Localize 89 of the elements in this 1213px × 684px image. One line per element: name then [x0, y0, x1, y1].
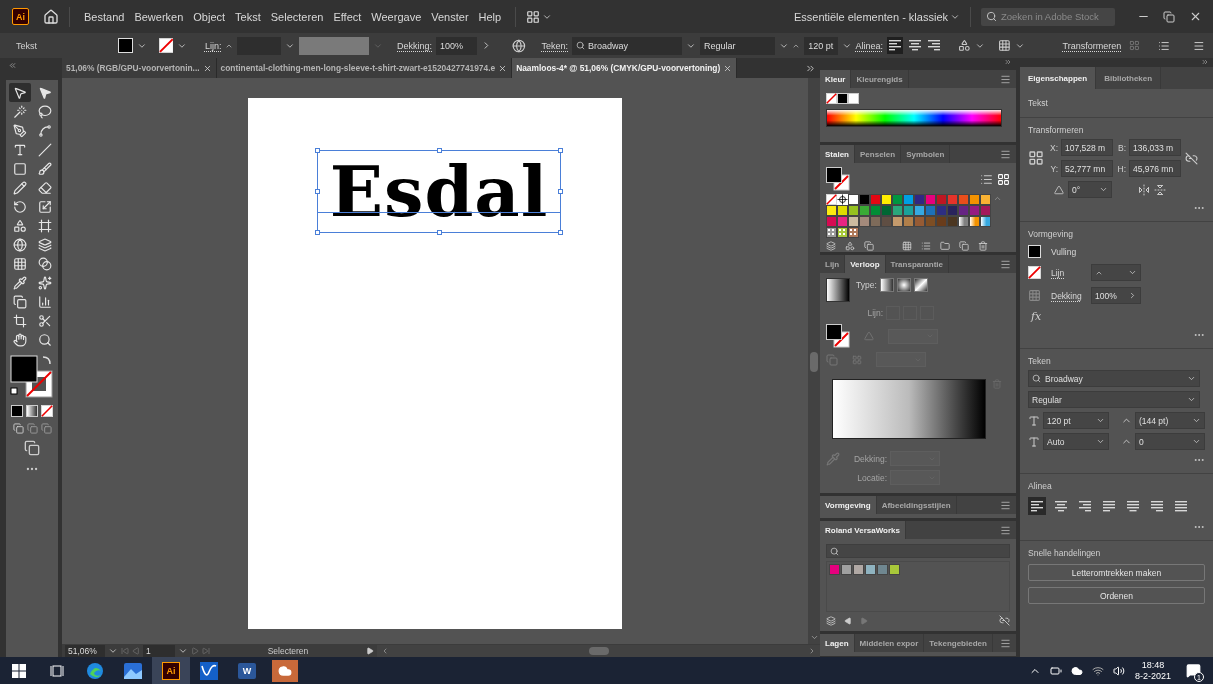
transform-link[interactable]: Transformeren [1062, 40, 1122, 51]
type-label: Type: [856, 280, 877, 290]
x-label: X: [1048, 142, 1058, 153]
panel-tab[interactable]: Eigenschappen [1020, 67, 1097, 89]
tracking-field[interactable]: 0 [1135, 433, 1205, 450]
menu-item[interactable]: Bestand [80, 10, 129, 23]
menu-item[interactable]: Object [189, 10, 230, 23]
menu-item[interactable]: Tekst [231, 10, 265, 23]
menu-item[interactable]: Help [474, 10, 506, 23]
character-link[interactable]: Teken: [541, 40, 569, 51]
panel-tab[interactable]: Middelen expor [854, 634, 925, 652]
stroke-link[interactable]: Lijn: [204, 40, 222, 51]
stroke-label: Lijn: [866, 308, 883, 318]
panel-tab[interactable]: Penselen [855, 145, 902, 163]
leading-value: (144 pt) [1139, 415, 1169, 426]
leading-field[interactable]: (144 pt) [1135, 412, 1205, 429]
x-field[interactable]: 107,528 m [1061, 139, 1113, 156]
opacity-link[interactable]: Dekking [1051, 290, 1081, 301]
action-button[interactable]: Ordenen [1028, 587, 1205, 604]
document-tab[interactable]: 51,06% (RGB/GPU-voorvertonin... [62, 58, 217, 78]
document-tab[interactable]: Naamloos-4* @ 51,06% (CMYK/GPU-voorvertoning) [512, 58, 738, 78]
angle-value: 0° [1072, 184, 1081, 195]
menu-item[interactable]: Effect [329, 10, 366, 23]
width-field[interactable]: 136,033 m [1129, 139, 1181, 156]
y-label: Y: [1049, 163, 1058, 174]
font-field[interactable]: Broadway [1028, 370, 1200, 387]
panel-tab[interactable]: Kleur [820, 70, 852, 88]
action-button[interactable]: Letteromtrekken maken [1028, 564, 1205, 581]
section-title: Transformeren [1028, 125, 1085, 135]
menu-item[interactable]: Selecteren [266, 10, 328, 23]
effects-button[interactable]: fx [1031, 310, 1042, 323]
fill-label: Vulling [1051, 246, 1077, 257]
angle-field[interactable]: 0° [1068, 181, 1112, 198]
menu-item[interactable]: Venster [427, 10, 473, 23]
section-title: Snelle handelingen [1028, 548, 1102, 558]
panel-tab[interactable]: Vormgeving [820, 496, 877, 514]
panel-tab[interactable]: Tekengebieden [924, 634, 993, 652]
selection-type: Tekst [16, 40, 38, 51]
kerning-value: Auto [1047, 436, 1065, 447]
panel-tab[interactable]: Verloop [845, 255, 886, 273]
height-label: H: [1116, 163, 1126, 174]
opacity-label: Dekking: [852, 453, 887, 464]
text-frame[interactable]: Esdal [317, 150, 561, 233]
font-size-field[interactable]: 120 pt [804, 36, 838, 55]
tracking-value: 0 [1139, 436, 1144, 447]
zoom-field[interactable]: 51,06% [65, 644, 105, 657]
font-style-field[interactable]: Regular [699, 36, 775, 55]
font-style-field[interactable]: Regular [1028, 391, 1200, 408]
clock[interactable]: 18:48 8-2-2021 [1134, 657, 1171, 684]
search-field[interactable]: Zoeken in Adobe Stock [981, 7, 1115, 26]
search-input[interactable]: Zoeken in Adobe Stock [1001, 11, 1106, 22]
font-name: Broadway [1045, 373, 1083, 384]
kerning-field[interactable]: Auto [1043, 433, 1109, 450]
panel-tab[interactable]: Lagen [820, 634, 855, 652]
panel-tab[interactable]: Symbolen [901, 145, 951, 163]
section-title: Alinea [1028, 481, 1053, 491]
page-field[interactable]: 1 [143, 644, 175, 657]
section-title: Vormgeving [1028, 229, 1074, 239]
panel-tab[interactable]: Stalen [820, 145, 855, 163]
y-field[interactable]: 52,777 mn [1061, 160, 1113, 177]
panel-tab[interactable]: Afbeeldingsstijlen [876, 496, 957, 514]
section-title: Teken [1028, 356, 1052, 366]
height-field[interactable]: 45,976 mn [1129, 160, 1181, 177]
menu-item[interactable]: Weergave [367, 10, 426, 23]
document-tab[interactable]: continental-clothing-men-long-sleeve-t-shirt-zwart-e1520427741974.e [216, 58, 513, 78]
opacity-link[interactable]: Dekking: [397, 40, 433, 51]
opacity-field[interactable]: 100% [436, 36, 478, 55]
workspace-switcher[interactable]: Essentiële elementen - klassiek [793, 10, 948, 23]
current-tool-label: Selecteren [266, 645, 310, 656]
selection-type: Tekst [1028, 98, 1049, 108]
app-logo: Ai [12, 8, 29, 25]
opacity-value: 100% [1095, 290, 1117, 301]
panel-tab[interactable]: Transparantie [885, 255, 950, 273]
panel-tab[interactable]: Bibliotheken [1096, 67, 1162, 89]
location-label: Locatie: [856, 472, 887, 483]
font-style-value: Regular [1032, 394, 1062, 405]
font-size-field[interactable]: 120 pt [1043, 412, 1109, 429]
opacity-field[interactable]: 100% [1091, 287, 1141, 304]
panel-tab[interactable]: Roland VersaWorks [820, 521, 906, 539]
font-field[interactable]: Broadway [572, 36, 683, 55]
stroke-link[interactable]: Lijn [1051, 267, 1081, 278]
menu-item[interactable]: Bewerken [130, 10, 188, 23]
width-label: B: [1116, 142, 1126, 153]
paragraph-link[interactable]: Alinea: [855, 40, 884, 51]
illustrator-button[interactable]: Ai [152, 657, 190, 684]
font-size-value: 120 pt [1047, 415, 1071, 426]
panel-tab[interactable]: Kleurengids [851, 70, 909, 88]
artboard-text: Esdal [329, 156, 549, 227]
word-button[interactable]: W [228, 657, 266, 684]
